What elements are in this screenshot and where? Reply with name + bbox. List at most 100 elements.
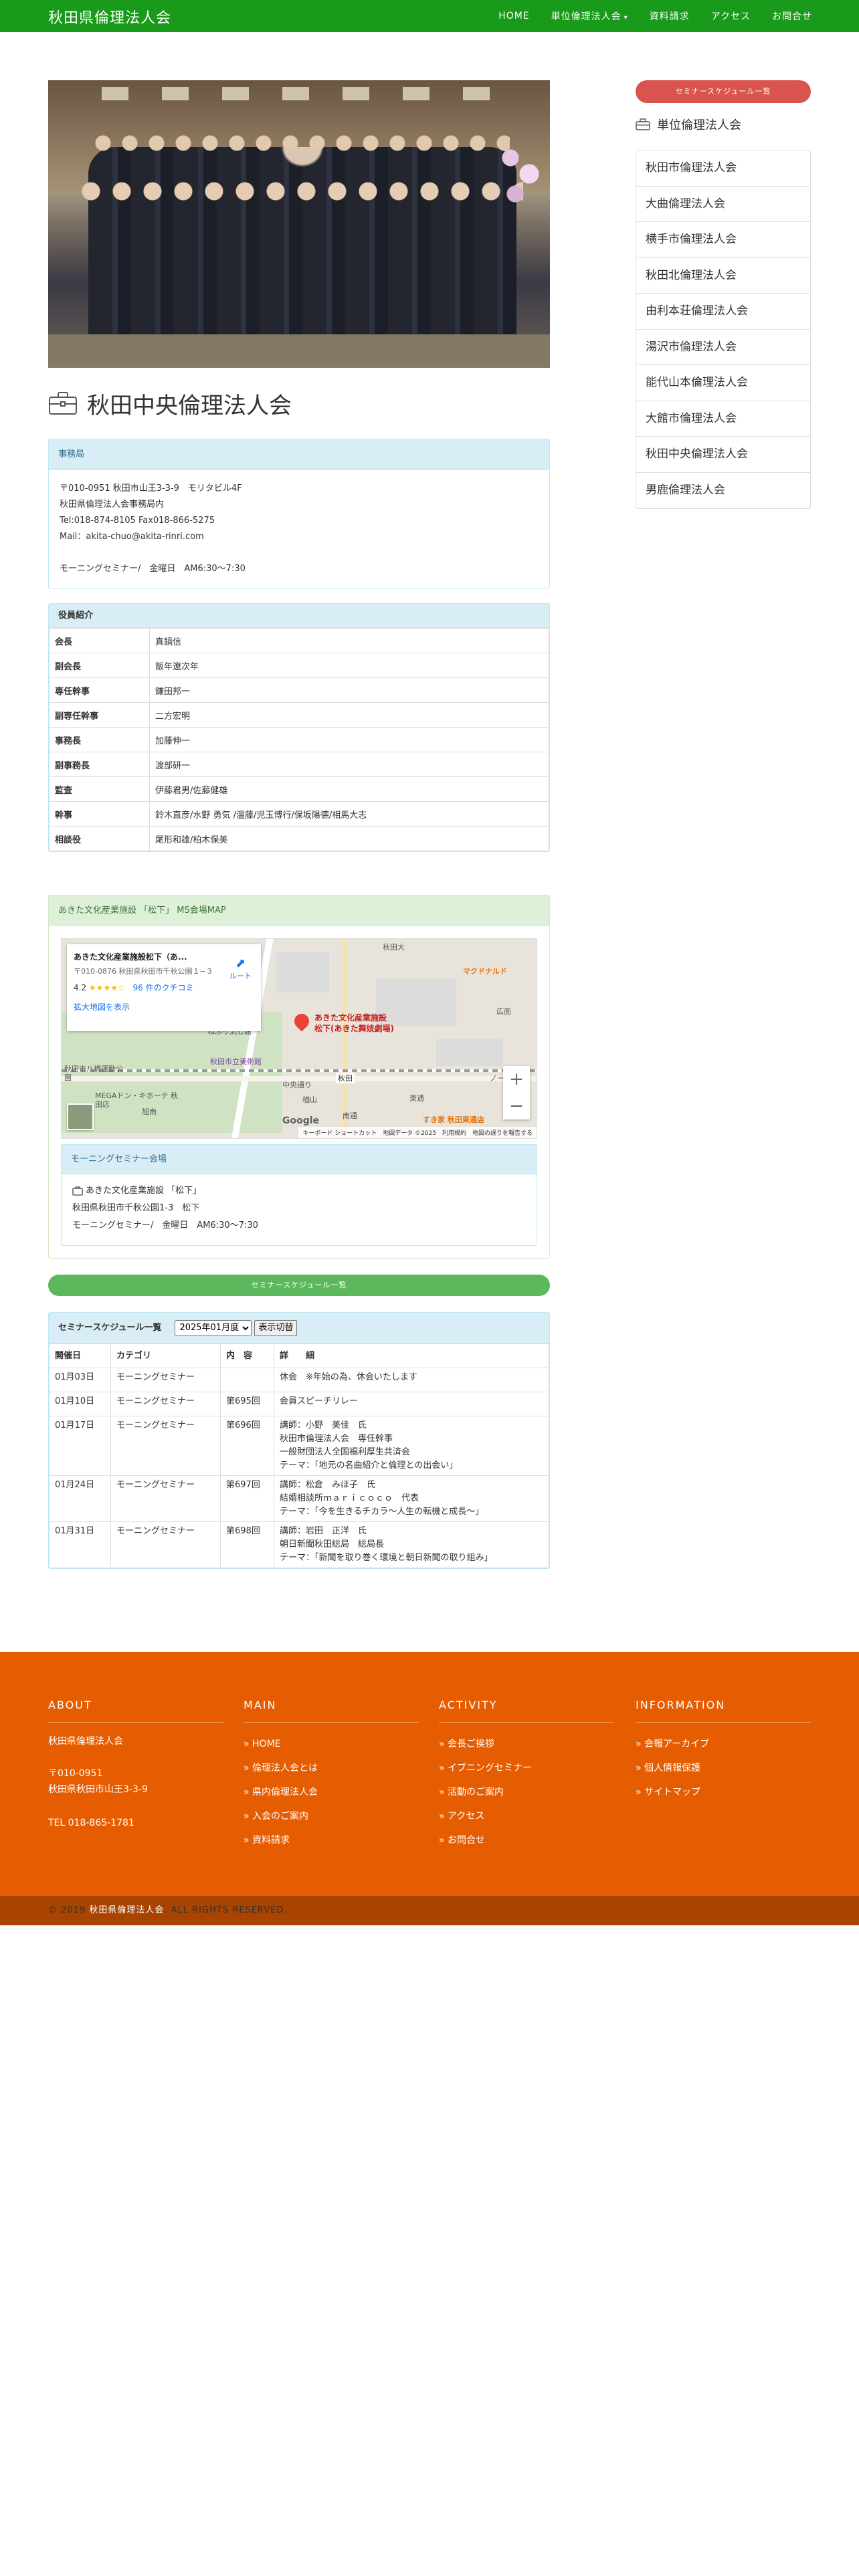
schedule-detail-line: テーマ：「地元の名曲紹介と倫理との出会い」 xyxy=(280,1461,458,1471)
sidebar-item[interactable]: 能代山本倫理法人会 xyxy=(636,365,810,401)
map-label: 秋田大 xyxy=(383,943,405,952)
schedule-number: 第695回 xyxy=(220,1392,274,1416)
footer-link[interactable]: HOME xyxy=(244,1732,419,1756)
officer-role: 相談役 xyxy=(49,826,150,851)
site-title[interactable]: 秋田県倫理法人会 xyxy=(48,6,171,27)
schedule-detail-line: 講師：松倉 みほ子 氏 xyxy=(280,1480,376,1490)
footer-link[interactable]: 資料請求 xyxy=(244,1828,419,1852)
schedule-detail-line: 朝日新聞秋田総局 総局長 xyxy=(280,1539,385,1549)
officer-name: 加藤伸一 xyxy=(149,727,549,752)
pin-label-line: あきた文化産業施設 xyxy=(314,1013,387,1023)
nav-access[interactable]: アクセス xyxy=(711,9,751,23)
venue-address: 秋田県秋田市千秋公園1-3 松下 xyxy=(72,1203,200,1213)
footer-link[interactable]: 個人情報保護 xyxy=(636,1756,811,1780)
embedded-map[interactable]: 秋田大 マクドナルド 広面 ねぶり流し館 秋田市立美術館 秋田市八橋運動公園 M… xyxy=(61,938,537,1139)
zoom-in-button[interactable]: + xyxy=(503,1066,530,1093)
sidebar-item[interactable]: 大曲倫理法人会 xyxy=(636,187,810,222)
col-content: 内 容 xyxy=(220,1344,274,1368)
office-mail[interactable]: Mail：akita-chuo@akita-rinri.com xyxy=(60,529,539,545)
office-panel: 事務局 〒010-0951 秋田市山王3-3-9 モリタビル4F 秋田県倫理法人… xyxy=(48,439,550,588)
footer-link[interactable]: 県内倫理法人会 xyxy=(244,1780,419,1804)
footer-link[interactable]: サイトマップ xyxy=(636,1780,811,1804)
sidebar-schedule-button[interactable]: セミナースケジュール一覧 xyxy=(636,80,811,103)
footer-link[interactable]: 会報アーカイブ xyxy=(636,1732,811,1756)
nav-request[interactable]: 資料請求 xyxy=(650,9,690,23)
sidebar-item[interactable]: 大館市倫理法人会 xyxy=(636,401,810,437)
office-line: 秋田県倫理法人会事務局内 xyxy=(60,500,165,510)
footer-link[interactable]: 倫理法人会とは xyxy=(244,1756,419,1780)
schedule-row: 01月03日 モーニングセミナー 休会 ※年始の為、休会いたします xyxy=(49,1368,549,1392)
copyright-name[interactable]: 秋田県倫理法人会 xyxy=(89,1905,164,1915)
map-label: 中央通り xyxy=(282,1081,312,1089)
footer-address: 秋田県秋田市山王3-3-9 xyxy=(48,1784,148,1795)
location-pin-icon[interactable] xyxy=(291,1010,312,1032)
footer-link[interactable]: 入会のご案内 xyxy=(244,1804,419,1828)
schedule-detail: 会員スピーチリレー xyxy=(274,1392,549,1416)
top-navbar: 秋田県倫理法人会 HOME 単位倫理法人会 ▾ 資料請求 アクセス お問合せ xyxy=(0,0,859,32)
main-nav: HOME 単位倫理法人会 ▾ 資料請求 アクセス お問合せ xyxy=(477,0,812,32)
officer-name: 鈴木直彦/水野 勇気 /温藤/児玉博行/保坂陽德/相馬大志 xyxy=(149,801,549,827)
place-address: 〒010-0876 秋田県秋田市千秋公園１−３ xyxy=(74,967,213,976)
schedule-list-button[interactable]: セミナースケジュール一覧 xyxy=(48,1275,550,1296)
month-select[interactable]: 2025年01月度 xyxy=(175,1319,252,1336)
footer-link[interactable]: お問合せ xyxy=(439,1828,614,1852)
schedule-detail-line: 秋田市倫理法人会 専任幹事 xyxy=(280,1434,393,1444)
venue-name: あきた文化産業施設 「松下」 xyxy=(86,1186,202,1196)
sidebar-item[interactable]: 横手市倫理法人会 xyxy=(636,222,810,258)
schedule-heading-label: セミナースケジュール一覧 xyxy=(58,1322,162,1333)
sidebar-item[interactable]: 湯沢市倫理法人会 xyxy=(636,330,810,365)
footer-link[interactable]: 活動のご案内 xyxy=(439,1780,614,1804)
footer-information-links: 会報アーカイブ個人情報保護サイトマップ xyxy=(636,1732,811,1804)
enlarge-map-link[interactable]: 拡大地図を表示 xyxy=(74,1001,254,1012)
zoom-out-button[interactable]: − xyxy=(503,1093,530,1119)
pin-label-line: 松下(あきた舞妓劇場) xyxy=(314,1024,394,1033)
venue-heading: モーニングセミナー会場 xyxy=(62,1145,537,1174)
switch-display-button[interactable]: 表示切替 xyxy=(254,1319,298,1336)
schedule-number: 第697回 xyxy=(220,1475,274,1522)
sidebar-item[interactable]: 秋田中央倫理法人会 xyxy=(636,437,810,473)
sidebar-item[interactable]: 秋田市倫理法人会 xyxy=(636,150,810,187)
schedule-table: 開催日 カテゴリ 内 容 詳 細 01月03日 モーニングセミナー 休会 ※年始の為… xyxy=(49,1344,549,1568)
footer-main: MAIN HOME倫理法人会とは県内倫理法人会入会のご案内資料請求 xyxy=(244,1699,419,1852)
route-button[interactable]: ⬈ ルート xyxy=(229,956,252,981)
map-label: マクドナルド xyxy=(463,967,507,976)
map-label: 楢山 xyxy=(302,1095,317,1104)
nav-units[interactable]: 単位倫理法人会 ▾ xyxy=(551,9,628,23)
map-attribution[interactable]: キーボード ショートカット 地図データ ©2025 利用規約 地図の誤りを報告す… xyxy=(298,1127,537,1138)
schedule-panel: セミナースケジュール一覧 2025年01月度 表示切替 開催日 カテゴリ 内 容… xyxy=(48,1312,550,1569)
satellite-toggle[interactable] xyxy=(67,1103,94,1130)
reviews-link[interactable]: 96 件のクチコミ xyxy=(133,983,194,992)
schedule-row: 01月31日 モーニングセミナー 第698回 講師：岩田 正洋 氏朝日新聞秋田総局 総… xyxy=(49,1521,549,1568)
footer-link[interactable]: 会長ご挨拶 xyxy=(439,1732,614,1756)
officer-name: 渡部研一 xyxy=(149,752,549,777)
schedule-date: 01月03日 xyxy=(49,1368,111,1392)
footer-activity-links: 会長ご挨拶イブニングセミナー活動のご案内アクセスお問合せ xyxy=(439,1732,614,1852)
schedule-category: モーニングセミナー xyxy=(110,1416,221,1476)
schedule-category: モーニングセミナー xyxy=(110,1368,221,1392)
schedule-row: 01月24日 モーニングセミナー 第697回 講師：松倉 みほ子 氏結婚相談所ｍａｒｉ… xyxy=(49,1475,549,1522)
col-detail: 詳 細 xyxy=(274,1344,549,1368)
sidebar-item[interactable]: 男鹿倫理法人会 xyxy=(636,473,810,509)
nav-home[interactable]: HOME xyxy=(498,11,529,21)
officer-role: 幹事 xyxy=(49,801,150,827)
caret-down-icon: ▾ xyxy=(624,14,628,21)
officer-row: 副専任幹事 二方宏明 xyxy=(49,702,549,728)
officer-name: 尾形和雄/柏木保美 xyxy=(149,826,549,851)
nav-contact[interactable]: お問合せ xyxy=(772,9,812,23)
schedule-number xyxy=(220,1368,274,1392)
schedule-detail: 講師：小野 美佳 氏秋田市倫理法人会 専任幹事 一般財団法人全国福利厚生共済会 テー… xyxy=(274,1416,549,1476)
officer-name: 真鍋信 xyxy=(149,628,549,653)
page-title: 秋田中央倫理法人会 xyxy=(87,392,292,419)
map-label: MEGAドン・キホーテ 秋田店 xyxy=(95,1091,178,1109)
sidebar-item[interactable]: 由利本荘倫理法人会 xyxy=(636,294,810,330)
schedule-detail-line: 講師：岩田 正洋 氏 xyxy=(280,1526,367,1536)
sidebar-item[interactable]: 秋田北倫理法人会 xyxy=(636,258,810,294)
footer-link[interactable]: アクセス xyxy=(439,1804,614,1828)
sidebar-heading: 単位倫理法人会 xyxy=(657,118,741,132)
star-rating-icon: ★★★★☆ xyxy=(88,983,125,992)
schedule-detail-line: 結婚相談所ｍａｒｉｃｏｃｏ 代表 xyxy=(280,1493,419,1503)
venue-time: モーニングセミナー/ 金曜日 AM6:30〜7:30 xyxy=(72,1220,258,1230)
schedule-date: 01月10日 xyxy=(49,1392,111,1416)
footer-link[interactable]: イブニングセミナー xyxy=(439,1756,614,1780)
briefcase-icon xyxy=(636,118,650,130)
